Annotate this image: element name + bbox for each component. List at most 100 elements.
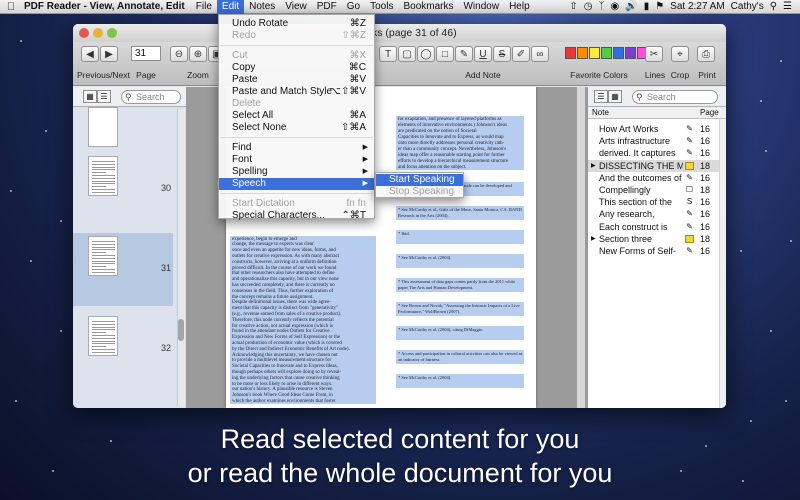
thumbnail-page-number: 32 — [161, 343, 172, 353]
notes-search-input[interactable]: ⚲ Search — [632, 90, 718, 104]
menu-item-font[interactable]: Font ▶ — [219, 154, 374, 166]
sidebar-search-input[interactable]: ⚲ Search — [121, 90, 181, 104]
note-row[interactable]: ▶ Section three 18 — [588, 233, 719, 245]
upload-icon[interactable]: ⇧ — [569, 1, 577, 12]
document-line: our nation's history. A plausible resour… — [232, 387, 333, 393]
menu-go[interactable]: Go — [342, 0, 365, 14]
menu-item-paste[interactable]: Paste ⌘V — [219, 74, 374, 86]
note-row[interactable]: Arts infrastructure ✎ 16 — [588, 135, 719, 147]
thumbnail-page[interactable]: 31 — [73, 233, 173, 306]
menu-view[interactable]: View — [280, 0, 312, 14]
app-menu[interactable]: PDF Reader - View, Annotate, Edit — [22, 1, 191, 12]
notification-icon[interactable]: ☰ — [783, 1, 792, 12]
note-row[interactable]: ▶DISSECTING THE MAP 18 — [588, 159, 719, 172]
color-swatch[interactable] — [577, 47, 588, 59]
menu-item-find[interactable]: Find ▶ — [219, 142, 374, 154]
notes-outline-icon[interactable]: ▦ — [608, 90, 622, 103]
bluetooth-icon[interactable]: ᛉ — [599, 1, 605, 12]
notes-list-icon[interactable]: ☰ — [594, 90, 608, 103]
zoom-out-button[interactable]: ⊖ — [170, 46, 188, 62]
note-column-header[interactable]: Note — [592, 108, 609, 117]
page-column-header[interactable]: Page — [700, 108, 719, 117]
timemachine-icon[interactable]: ◷ — [584, 1, 593, 12]
note-text: Compellingly — [599, 185, 651, 195]
volume-icon[interactable]: 🔊 — [625, 1, 637, 12]
color-swatch[interactable] — [589, 47, 600, 59]
note-row[interactable]: Compellingly ☐ 18 — [588, 184, 719, 196]
apple-menu-icon[interactable]:  — [0, 1, 22, 13]
disclosure-triangle-icon[interactable]: ▶ — [591, 160, 596, 172]
spotlight-icon[interactable]: ⚲ — [770, 1, 777, 12]
notes-scrollbar[interactable] — [719, 119, 726, 408]
menu-item-paste-and-match-style[interactable]: Paste and Match Style ⌥⇧⌘V — [219, 86, 374, 98]
menu-item-speech[interactable]: Speech ▶ — [219, 178, 374, 190]
sidebar-scrollbar[interactable] — [177, 109, 185, 406]
print-button[interactable]: ⎙ — [697, 46, 715, 62]
strikethrough-tool-button[interactable]: S — [493, 46, 511, 62]
menu-bookmarks[interactable]: Bookmarks — [398, 0, 458, 14]
thumbnail-page[interactable]: 32 — [73, 313, 173, 386]
zoom-in-button[interactable]: ⊕ — [189, 46, 207, 62]
underline-tool-button[interactable]: U — [474, 46, 492, 62]
document-line: consensus in the field. Thus, further ex… — [232, 288, 334, 294]
menu-item-select-none[interactable]: Select None ⇧⌘A — [219, 122, 374, 134]
minimize-window-icon[interactable] — [93, 28, 103, 38]
thumbnail-page[interactable]: 30 — [73, 153, 173, 226]
note-row[interactable]: Any research, ✎ 16 — [588, 208, 719, 220]
note-row[interactable]: How Art Works ✎ 16 — [588, 123, 719, 135]
menu-edit[interactable]: Edit — [216, 0, 245, 14]
disclosure-triangle-icon[interactable]: ▶ — [591, 233, 596, 245]
document-scrollbar[interactable] — [577, 87, 585, 408]
zoom-window-icon[interactable] — [107, 28, 117, 38]
text-tool-button[interactable]: T — [379, 46, 397, 62]
thumbnail-text-line — [92, 186, 106, 188]
menu-item-special-characters[interactable]: Special Characters... ⌃⌘T — [219, 210, 374, 222]
highlight-tool-button[interactable]: ✎ — [455, 46, 473, 62]
note-tool-button[interactable]: □ — [436, 46, 454, 62]
user-menu[interactable]: Cathy's — [731, 1, 764, 12]
menu-item-spelling[interactable]: Spelling ▶ — [219, 166, 374, 178]
color-swatch[interactable] — [625, 47, 636, 59]
color-swatch[interactable] — [565, 47, 576, 59]
note-row[interactable]: And the outcomes of ✎ 16 — [588, 172, 719, 184]
page-number-field[interactable]: 31 — [131, 46, 161, 61]
note-row[interactable]: New Forms of Self- ✎ 16 — [588, 245, 719, 257]
menu-item-undo-rotate[interactable]: Undo Rotate ⌘Z — [219, 18, 374, 30]
note-row[interactable]: This section of the S 16 — [588, 196, 719, 208]
crop-button[interactable]: ⌖ — [671, 46, 689, 62]
flag-icon[interactable]: ⚑ — [655, 1, 664, 12]
menu-window[interactable]: Window — [458, 0, 504, 14]
menu-notes[interactable]: Notes — [244, 0, 280, 14]
next-page-button[interactable]: ▶ — [100, 46, 118, 62]
menu-tools[interactable]: Tools — [365, 0, 398, 14]
menu-file[interactable]: File — [191, 0, 217, 14]
thumbnail-partial[interactable] — [73, 107, 173, 153]
rectangle-tool-button[interactable]: ▢ — [398, 46, 416, 62]
close-window-icon[interactable] — [79, 28, 89, 38]
link-tool-button[interactable]: ∞ — [531, 46, 549, 62]
print-group: ⎙ — [697, 46, 715, 62]
oval-tool-button[interactable]: ◯ — [417, 46, 435, 62]
lines-button[interactable]: ✂ — [645, 46, 663, 62]
sidebar-scroll-knob[interactable] — [178, 319, 184, 341]
star — [30, 260, 32, 262]
thumbnail-view-icon[interactable]: ▦ — [83, 90, 97, 103]
menu-item-select-all[interactable]: Select All ⌘A — [219, 110, 374, 122]
clock[interactable]: Sat 2:27 AM — [670, 1, 724, 12]
pen-tool-button[interactable]: ✐ — [512, 46, 530, 62]
menu-item-copy[interactable]: Copy ⌘C — [219, 62, 374, 74]
document-line: experience, begin to emerge and — [232, 236, 297, 242]
color-swatch[interactable] — [613, 47, 624, 59]
menu-item-start-speaking[interactable]: Start Speaking — [376, 174, 463, 186]
menu-help[interactable]: Help — [504, 0, 535, 14]
previous-page-button[interactable]: ◀ — [81, 46, 99, 62]
wifi-icon[interactable]: ◉ — [611, 1, 620, 12]
menu-pdf[interactable]: PDF — [312, 0, 342, 14]
note-row[interactable]: Each construct is ✎ 16 — [588, 221, 719, 233]
battery-icon[interactable]: ▮ — [644, 1, 650, 12]
list-view-icon[interactable]: ☰ — [97, 90, 111, 103]
note-row[interactable]: derived. It captures ✎ 16 — [588, 147, 719, 159]
color-swatch[interactable] — [601, 47, 612, 59]
menu-item-cut: Cut ⌘X — [219, 50, 374, 62]
title-bar: …Works (page 31 of 46) — [73, 24, 726, 42]
